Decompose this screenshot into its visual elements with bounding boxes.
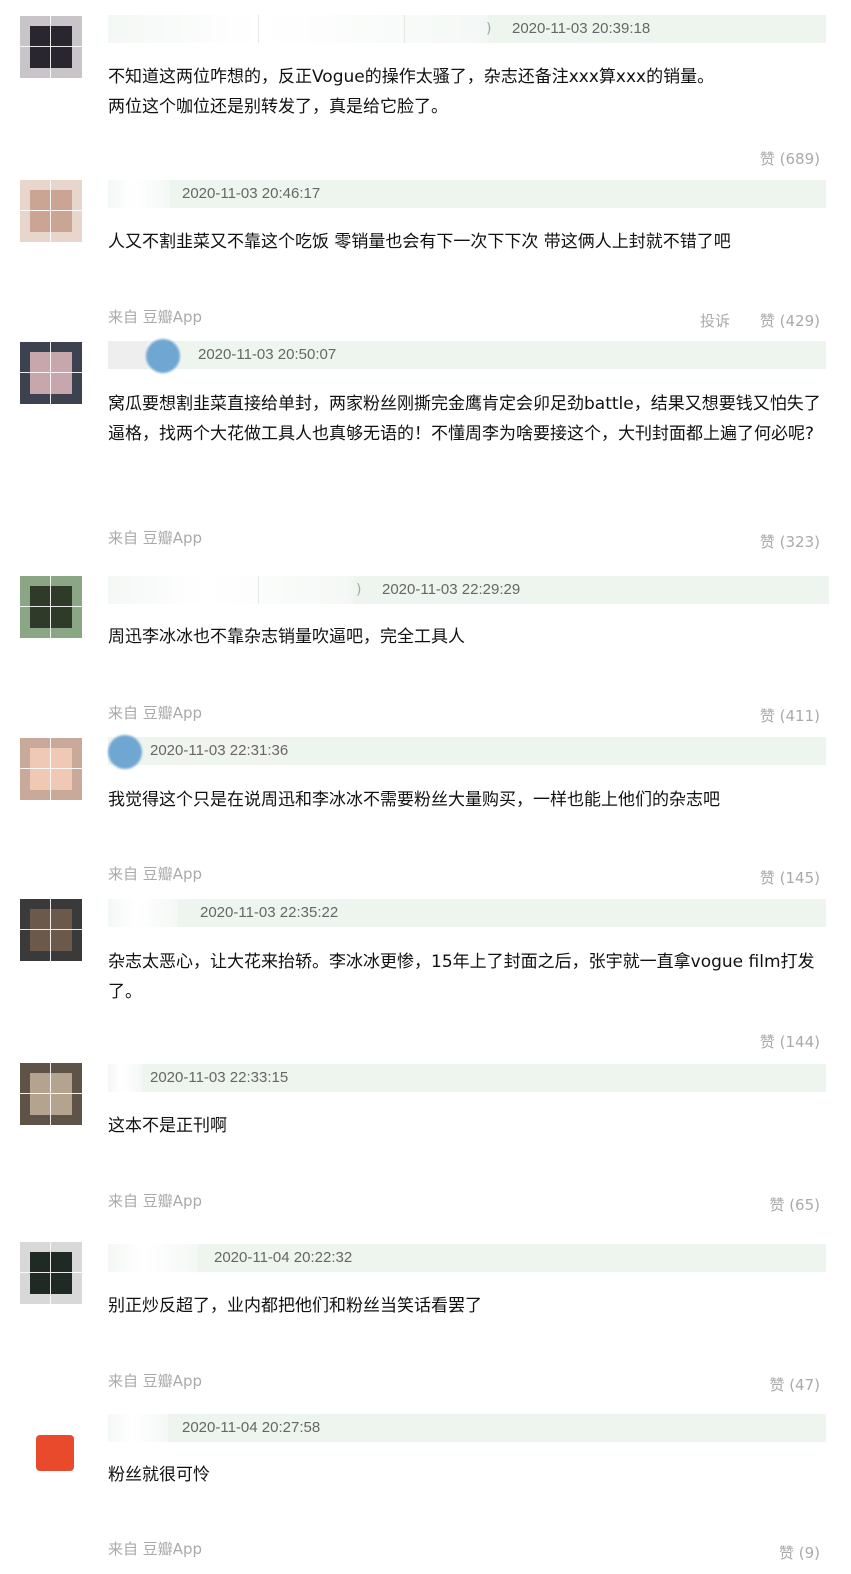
like-button[interactable]: 赞 (9) xyxy=(779,1542,820,1563)
avatar[interactable] xyxy=(20,1063,82,1125)
comment-text: 人又不割韭菜又不靠这个吃饭 零销量也会有下一次下下次 带这俩人上封就不错了吧 xyxy=(108,232,731,252)
comment-header: 2020-11-04 20:22:32 xyxy=(108,1244,826,1272)
comment-time: 2020-11-03 22:35:22 xyxy=(200,904,339,921)
comment-time: 2020-11-03 20:46:17 xyxy=(182,185,321,202)
comment-header: 2020-11-03 22:33:15 xyxy=(108,1064,826,1092)
comment-text: 这本不是正刊啊 xyxy=(108,1116,227,1136)
comment-text: 周迅李冰冰也不靠杂志销量吹逼吧，完全工具人 xyxy=(108,627,465,647)
avatar-image xyxy=(30,748,72,790)
comment-header: ) 2020-11-03 22:29:29 xyxy=(108,576,829,604)
comment-header: 2020-11-03 20:46:17 xyxy=(108,180,826,208)
like-button[interactable]: 赞 (144) xyxy=(760,1031,820,1052)
comment-item: ) 2020-11-03 22:29:29 周迅李冰冰也不靠杂志销量吹逼吧，完全… xyxy=(0,567,851,732)
comment-text: 我觉得这个只是在说周迅和李冰冰不需要粉丝大量购买，一样也能上他们的杂志吧 xyxy=(108,790,720,810)
comment-time: 2020-11-03 22:31:36 xyxy=(150,742,289,759)
avatar-image xyxy=(30,190,72,232)
comment-source: 来自 豆瓣App xyxy=(108,308,203,326)
avatar-image xyxy=(30,909,72,951)
comment-text: 粉丝就很可怜 xyxy=(108,1465,210,1485)
avatar-image xyxy=(30,1252,72,1294)
comment-item: 2020-11-03 20:50:07 窝瓜要想割韭菜直接给单封，两家粉丝刚撕完… xyxy=(0,335,851,567)
comment-source: 来自 豆瓣App xyxy=(108,1540,203,1558)
comment-source: 来自 豆瓣App xyxy=(108,529,203,547)
comment-time: 2020-11-04 20:27:58 xyxy=(182,1419,321,1436)
comment-item: ) 2020-11-03 20:39:18 不知道这两位咋想的，反正Vogue的… xyxy=(0,0,851,170)
comment-source: 来自 豆瓣App xyxy=(108,704,203,722)
comment-time: 2020-11-03 20:39:18 xyxy=(512,20,651,37)
like-button[interactable]: 赞 (429) xyxy=(760,310,820,331)
avatar-image xyxy=(36,1435,74,1471)
comment-source: 来自 豆瓣App xyxy=(108,1372,203,1390)
comment-source: 来自 豆瓣App xyxy=(108,1192,203,1210)
comment-text: 窝瓜要想割韭菜直接给单封，两家粉丝刚撕完金鹰肯定会卯足劲battle，结果又想要… xyxy=(108,394,821,444)
like-button[interactable]: 赞 (65) xyxy=(769,1194,820,1215)
avatar[interactable] xyxy=(20,180,82,242)
comment-item: 2020-11-03 22:33:15 这本不是正刊啊 来自 豆瓣App 赞 (… xyxy=(0,1059,851,1237)
like-button[interactable]: 赞 (411) xyxy=(760,705,820,726)
like-button[interactable]: 赞 (323) xyxy=(760,531,820,552)
comment-time: 2020-11-03 22:33:15 xyxy=(150,1069,289,1086)
comment-header: 2020-11-03 22:31:36 xyxy=(108,735,826,769)
comment-source: 来自 豆瓣App xyxy=(108,865,203,883)
comment-time: 2020-11-04 20:22:32 xyxy=(214,1249,353,1266)
avatar[interactable] xyxy=(20,899,82,961)
avatar[interactable] xyxy=(20,738,82,800)
avatar-image xyxy=(30,1073,72,1115)
avatar[interactable] xyxy=(20,342,82,404)
comment-header: 2020-11-03 20:50:07 xyxy=(108,339,826,373)
comment-item: 2020-11-04 20:27:58 粉丝就很可怜 来自 豆瓣App 赞 (9… xyxy=(0,1407,851,1574)
comment-text: 不知道这两位咋想的，反正Vogue的操作太骚了，杂志还备注xxx算xxx的销量。… xyxy=(108,67,715,117)
comment-time: 2020-11-03 22:29:29 xyxy=(382,581,521,598)
comment-header: 2020-11-03 22:35:22 xyxy=(108,899,826,927)
comment-text: 杂志太恶心，让大花来抬轿。李冰冰更惨，15年上了封面之后，张宇就一直拿vogue… xyxy=(108,952,815,1002)
report-button[interactable]: 投诉 xyxy=(700,310,730,331)
like-button[interactable]: 赞 (47) xyxy=(769,1374,820,1395)
avatar-image xyxy=(30,352,72,394)
avatar-image xyxy=(30,26,72,68)
avatar[interactable] xyxy=(20,16,82,78)
comment-text: 别正炒反超了，业内都把他们和粉丝当笑话看罢了 xyxy=(108,1296,482,1316)
comment-header: 2020-11-04 20:27:58 xyxy=(108,1414,826,1442)
like-button[interactable]: 赞 (145) xyxy=(760,867,820,888)
avatar-image xyxy=(30,586,72,628)
comment-time: 2020-11-03 20:50:07 xyxy=(198,346,337,363)
avatar[interactable] xyxy=(20,1242,82,1304)
comment-item: 2020-11-03 22:31:36 我觉得这个只是在说周迅和李冰冰不需要粉丝… xyxy=(0,732,851,894)
avatar[interactable] xyxy=(20,1415,82,1477)
comment-item: 2020-11-03 20:46:17 人又不割韭菜又不靠这个吃饭 零销量也会有… xyxy=(0,170,851,335)
comment-header: ) 2020-11-03 20:39:18 xyxy=(108,15,826,43)
like-button[interactable]: 赞 (689) xyxy=(760,148,820,169)
comment-item: 2020-11-04 20:22:32 别正炒反超了，业内都把他们和粉丝当笑话看… xyxy=(0,1237,851,1407)
avatar[interactable] xyxy=(20,576,82,638)
comment-item: 2020-11-03 22:35:22 杂志太恶心，让大花来抬轿。李冰冰更惨，1… xyxy=(0,894,851,1059)
